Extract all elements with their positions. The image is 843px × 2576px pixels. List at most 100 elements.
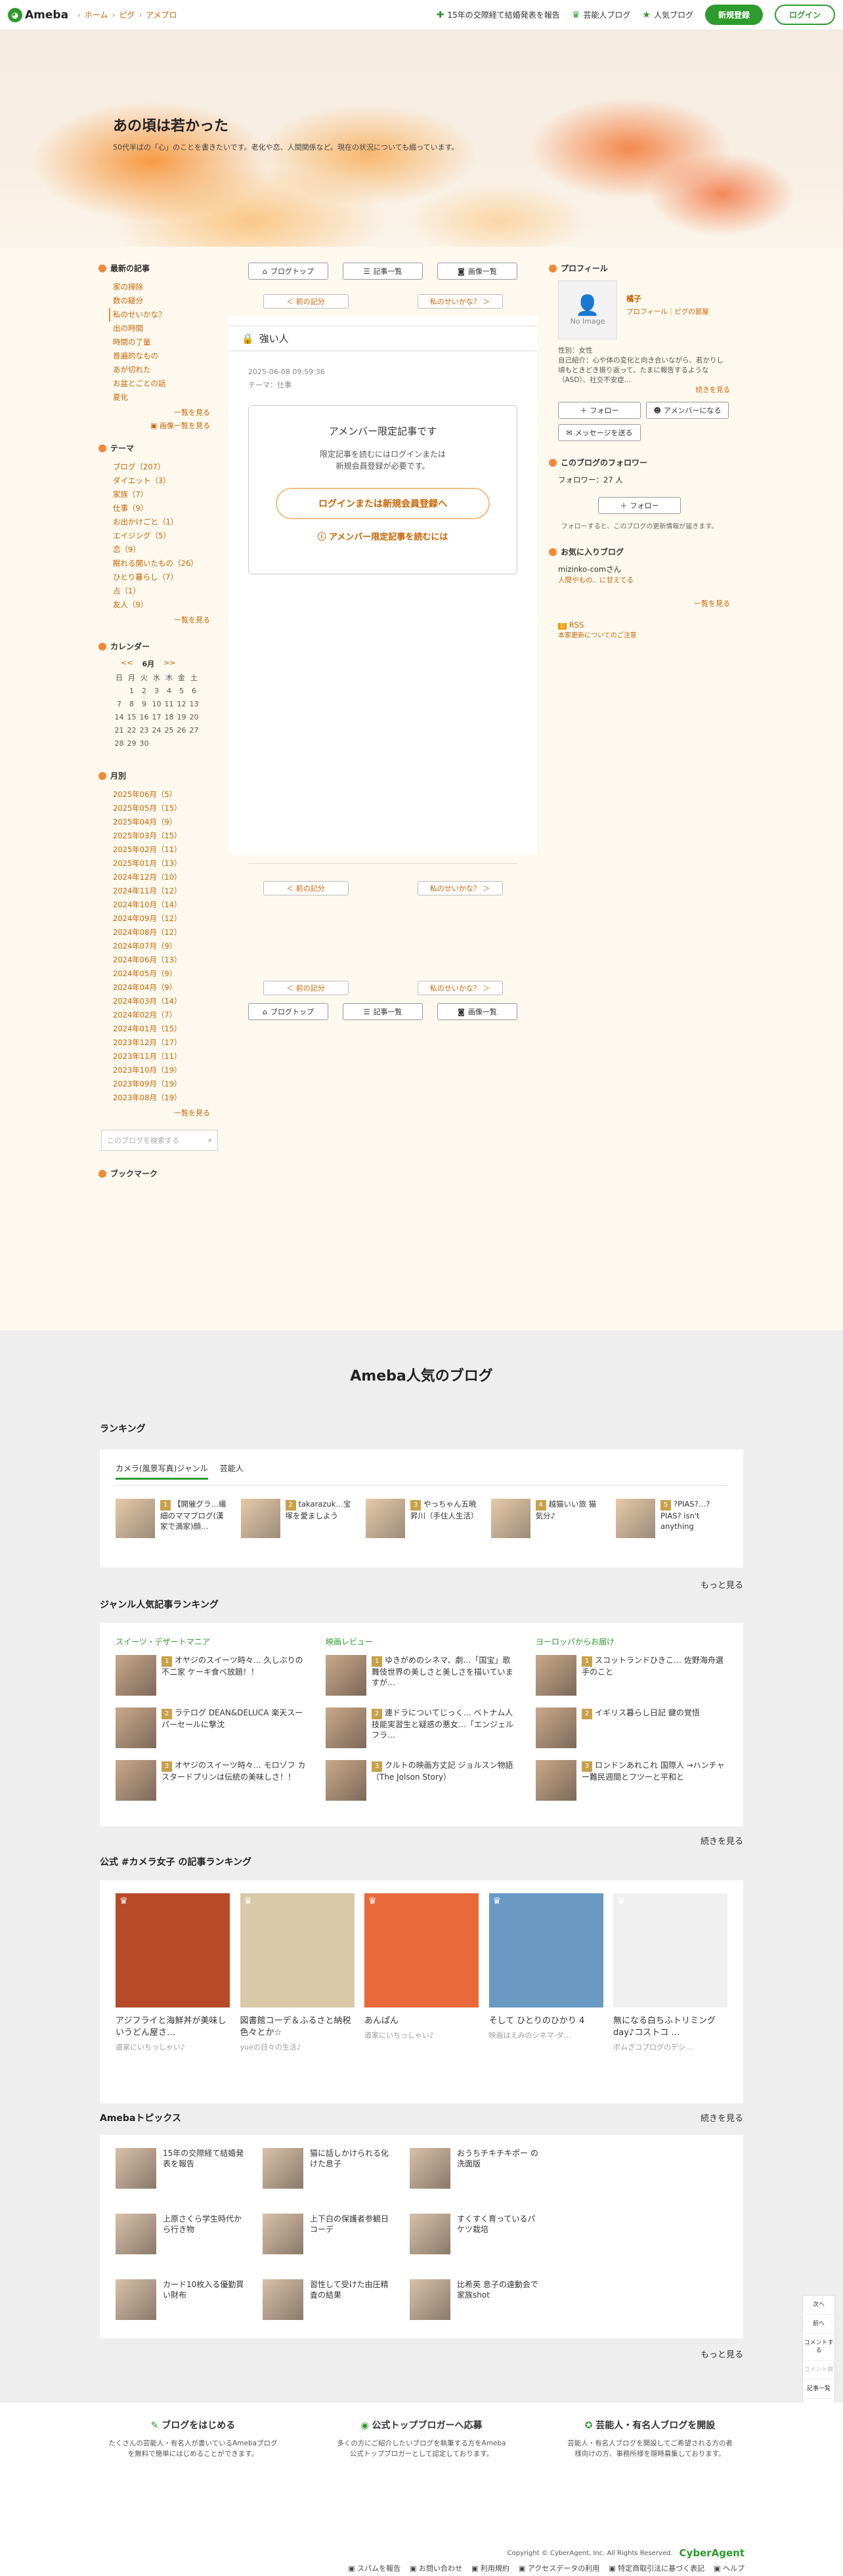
ranking-item[interactable]: 3 やっちゃん五暁昇川（手住人生活） bbox=[366, 1499, 479, 1538]
genre-article[interactable]: 1 オヤジのスイーツ時々… 久しぶりの 不二家 ケーキ食べ放題！！ bbox=[116, 1655, 306, 1696]
monthly-link[interactable]: 2024年12月（10） bbox=[113, 870, 210, 884]
monthly-link[interactable]: 2025年04月（9） bbox=[113, 815, 210, 829]
favorites-more-link[interactable]: 一覧を見る bbox=[549, 598, 730, 609]
crumb-home[interactable]: ホーム bbox=[85, 9, 108, 20]
recent-post-link[interactable]: 家の掃除 bbox=[113, 280, 210, 294]
blog-top-button[interactable]: ⌂ ブログトップ bbox=[248, 1003, 328, 1020]
official-article[interactable]: ♛ アジフライと海鮮丼が美味しいうどん屋さ… 道家にいちっしゃい♪ bbox=[116, 1893, 230, 2090]
ranking-tab-camera[interactable]: カメラ(風景写真)ジャンル bbox=[116, 1463, 208, 1480]
popular-blog-link[interactable]: ★ 人気ブログ bbox=[642, 9, 693, 20]
genre-name[interactable]: 映画レビュー bbox=[326, 1636, 516, 1647]
monthly-link[interactable]: 2025年02月（11） bbox=[113, 843, 210, 857]
message-button[interactable]: ✉ メッセージを送る bbox=[558, 424, 641, 441]
genre-article[interactable]: 2 連ドラについてじっく… ベトナム人技能実習生と疑惑の悪女…「エンジェルフラ… bbox=[326, 1707, 516, 1748]
bookmark-heading[interactable]: ブックマーク bbox=[98, 1168, 210, 1179]
calendar-next[interactable]: >> bbox=[163, 658, 175, 669]
monthly-link[interactable]: 2023年09月（19） bbox=[113, 1077, 210, 1091]
cta-block[interactable]: ✎ ブログをはじめる たくさんの芸能人・有名人が書いているAmebaブログを無料で… bbox=[108, 2418, 278, 2459]
topic-item[interactable]: カード10枚入る優勤買い財布 bbox=[116, 2279, 247, 2325]
ranking-tab-celebrity[interactable]: 芸能人 bbox=[220, 1463, 244, 1480]
recent-post-link[interactable]: 夏化 bbox=[113, 391, 210, 404]
topic-item[interactable]: 比希英 息子の遠動会で家族shot bbox=[410, 2279, 541, 2325]
topic-item[interactable]: おうちチキチキポー の洗面版 bbox=[410, 2148, 541, 2194]
ranking-item[interactable]: 1 【開催グラ…繊細のママブログ(漢家で満家)顔… bbox=[116, 1499, 227, 1538]
genre-name[interactable]: スイーツ・デザートマニア bbox=[116, 1636, 306, 1647]
prev-article-button[interactable]: ＜ 前の記分 bbox=[263, 881, 349, 895]
monthly-link[interactable]: 2023年08月（19） bbox=[113, 1091, 210, 1105]
signup-button[interactable]: 新規登録 bbox=[704, 5, 763, 25]
crumb-ameblo[interactable]: アメブロ bbox=[146, 9, 177, 20]
theme-link[interactable]: 家族（7） bbox=[113, 488, 210, 502]
theme-link[interactable]: 仕事（9） bbox=[113, 502, 210, 515]
topic-item[interactable]: 習性して受けた由圧精査の結果 bbox=[263, 2279, 394, 2325]
next-article-button[interactable]: 私のせいかな？ ＞ bbox=[417, 294, 503, 309]
official-article[interactable]: ♛ 無になる白ちふトリミングday♪コストコ … ポムざコプログのデシ… bbox=[613, 1893, 727, 2090]
monthly-link[interactable]: 2024年11月（12） bbox=[113, 884, 210, 898]
rss-link[interactable]: )) RSS bbox=[558, 620, 730, 630]
footer-link[interactable]: ▣ ヘルプ bbox=[714, 2563, 745, 2573]
monthly-link[interactable]: 2024年07月（9） bbox=[113, 939, 210, 953]
follow-button[interactable]: ＋フォロー bbox=[558, 402, 641, 419]
recent-post-link[interactable]: 出の時間 bbox=[113, 322, 210, 335]
image-list-link[interactable]: ▣ 画像一覧を見る bbox=[98, 420, 210, 431]
monthly-link[interactable]: 2024年09月（12） bbox=[113, 912, 210, 926]
monthly-link[interactable]: 2024年02月（7） bbox=[113, 1008, 210, 1022]
topic-item[interactable]: 15年の交際経て結婚発表を報告 bbox=[116, 2148, 247, 2194]
recent-post-link[interactable]: 普遍的なもの bbox=[113, 349, 210, 363]
official-article[interactable]: ♛ あんぱん 道家にいちっしゃい♪ bbox=[364, 1893, 479, 2090]
ranking-item[interactable]: 2 takarazuk…宝塚を愛ましよう bbox=[240, 1499, 353, 1538]
official-article[interactable]: ♛ そして ひとりのひかり 4 映画はえみのシネマ-ダ… bbox=[488, 1893, 603, 2090]
monthly-link[interactable]: 2023年12月（17） bbox=[113, 1036, 210, 1050]
genre-article[interactable]: 1 ゆきがめのシネマ、劇…「国宝」歌舞伎世界の美しさと美しさを描いていますが… bbox=[326, 1655, 516, 1696]
topic-item[interactable]: すくすく育っているパケツ栽培 bbox=[410, 2214, 541, 2260]
monthly-link[interactable]: 2023年10月（19） bbox=[113, 1063, 210, 1077]
theme-link[interactable]: ブログ（207） bbox=[113, 460, 210, 474]
recent-post-link[interactable]: 私のせいかな？ bbox=[109, 308, 210, 322]
footer-link[interactable]: ▣ お問い合わせ bbox=[410, 2563, 462, 2573]
article-list-button[interactable]: ☰ 記事一覧 bbox=[343, 263, 423, 280]
amember-button[interactable]: ☻ アメンバーになる bbox=[646, 402, 729, 419]
theme-link[interactable]: ダイエット（3） bbox=[113, 474, 210, 488]
profile-name[interactable]: 橘子 bbox=[626, 293, 709, 304]
comment-button[interactable]: コメントする bbox=[803, 2334, 834, 2361]
blog-search-input[interactable]: このブログを検索する ⌕ bbox=[101, 1130, 218, 1151]
image-list-button[interactable]: ◙ 画像一覧 bbox=[437, 1003, 517, 1020]
prev-article-button[interactable]: ＜ 前の記分 bbox=[263, 981, 349, 995]
theme-more-link[interactable]: 一覧を見る bbox=[98, 614, 210, 625]
article-list-button[interactable]: ☰ 記事一覧 bbox=[343, 1003, 423, 1020]
prev-article-button[interactable]: ＜ 前の記分 bbox=[263, 294, 349, 309]
intro-more-link[interactable]: 続きを見る bbox=[558, 385, 731, 395]
monthly-link[interactable]: 2025年05月（15） bbox=[113, 802, 210, 815]
footer-link[interactable]: ▣ 特定商取引法に基づく表記 bbox=[609, 2563, 704, 2573]
cta-block[interactable]: ✪ 芸能人・有名人ブログを開設 芸能人・有名人ブログを開設してご希望される方の者様… bbox=[565, 2418, 735, 2459]
genre-more-link[interactable]: 続きを見る bbox=[701, 1834, 743, 1847]
blog-title[interactable]: あの頃は若かった bbox=[113, 114, 228, 135]
theme-link[interactable]: エイジング（5） bbox=[113, 529, 210, 543]
avatar[interactable]: 👤 No Image bbox=[558, 280, 617, 339]
genre-article[interactable]: 2 イギリス暮らし日記 鍵の覚悟 bbox=[536, 1707, 726, 1748]
theme-link[interactable]: お出かけごと（1） bbox=[113, 515, 210, 529]
celebrity-blog-link[interactable]: ♛ 芸能人ブログ bbox=[572, 9, 631, 20]
favorite-blog-link[interactable]: mizinko-comさん bbox=[558, 564, 730, 575]
official-more-link[interactable]: 続きを見る bbox=[701, 2111, 743, 2124]
how-to-read-link[interactable]: ⓘ アメンバー限定記事を読むには bbox=[249, 530, 517, 542]
monthly-more-link[interactable]: 一覧を見る bbox=[98, 1107, 210, 1118]
topic-item[interactable]: 上下白の保護者参観日コーデ bbox=[263, 2214, 394, 2260]
prev-button[interactable]: 前へ bbox=[803, 2315, 834, 2334]
footer-link[interactable]: ▣ 利用規約 bbox=[471, 2563, 509, 2573]
monthly-link[interactable]: 2024年03月（14） bbox=[113, 995, 210, 1008]
theme-link[interactable]: 恋（9） bbox=[113, 543, 210, 557]
cta-block[interactable]: ◉ 公式トップブロガーへ応募 多くの方にご紹介したいブログを執筆する方をAmeba… bbox=[336, 2418, 507, 2459]
footer-link[interactable]: ▣ アクセスデータの利用 bbox=[519, 2563, 599, 2573]
monthly-link[interactable]: 2024年01月（15） bbox=[113, 1022, 210, 1036]
theme-link[interactable]: 友人（9） bbox=[113, 598, 210, 612]
follow-button-2[interactable]: ＋フォロー bbox=[598, 497, 681, 514]
monthly-link[interactable]: 2024年10月（14） bbox=[113, 898, 210, 912]
genre-article[interactable]: 1 スコットランドひきこ… 佐野海舟選手のこと bbox=[536, 1655, 726, 1696]
monthly-link[interactable]: 2023年11月（11） bbox=[113, 1050, 210, 1063]
theme-link[interactable]: ひとり暮らし（7） bbox=[113, 570, 210, 584]
recent-post-link[interactable]: 時間の了量 bbox=[113, 335, 210, 349]
search-icon[interactable]: ⌕ bbox=[208, 1136, 212, 1145]
ranking-more-link[interactable]: もっと見る bbox=[701, 1578, 743, 1591]
monthly-link[interactable]: 2025年01月（13） bbox=[113, 857, 210, 870]
